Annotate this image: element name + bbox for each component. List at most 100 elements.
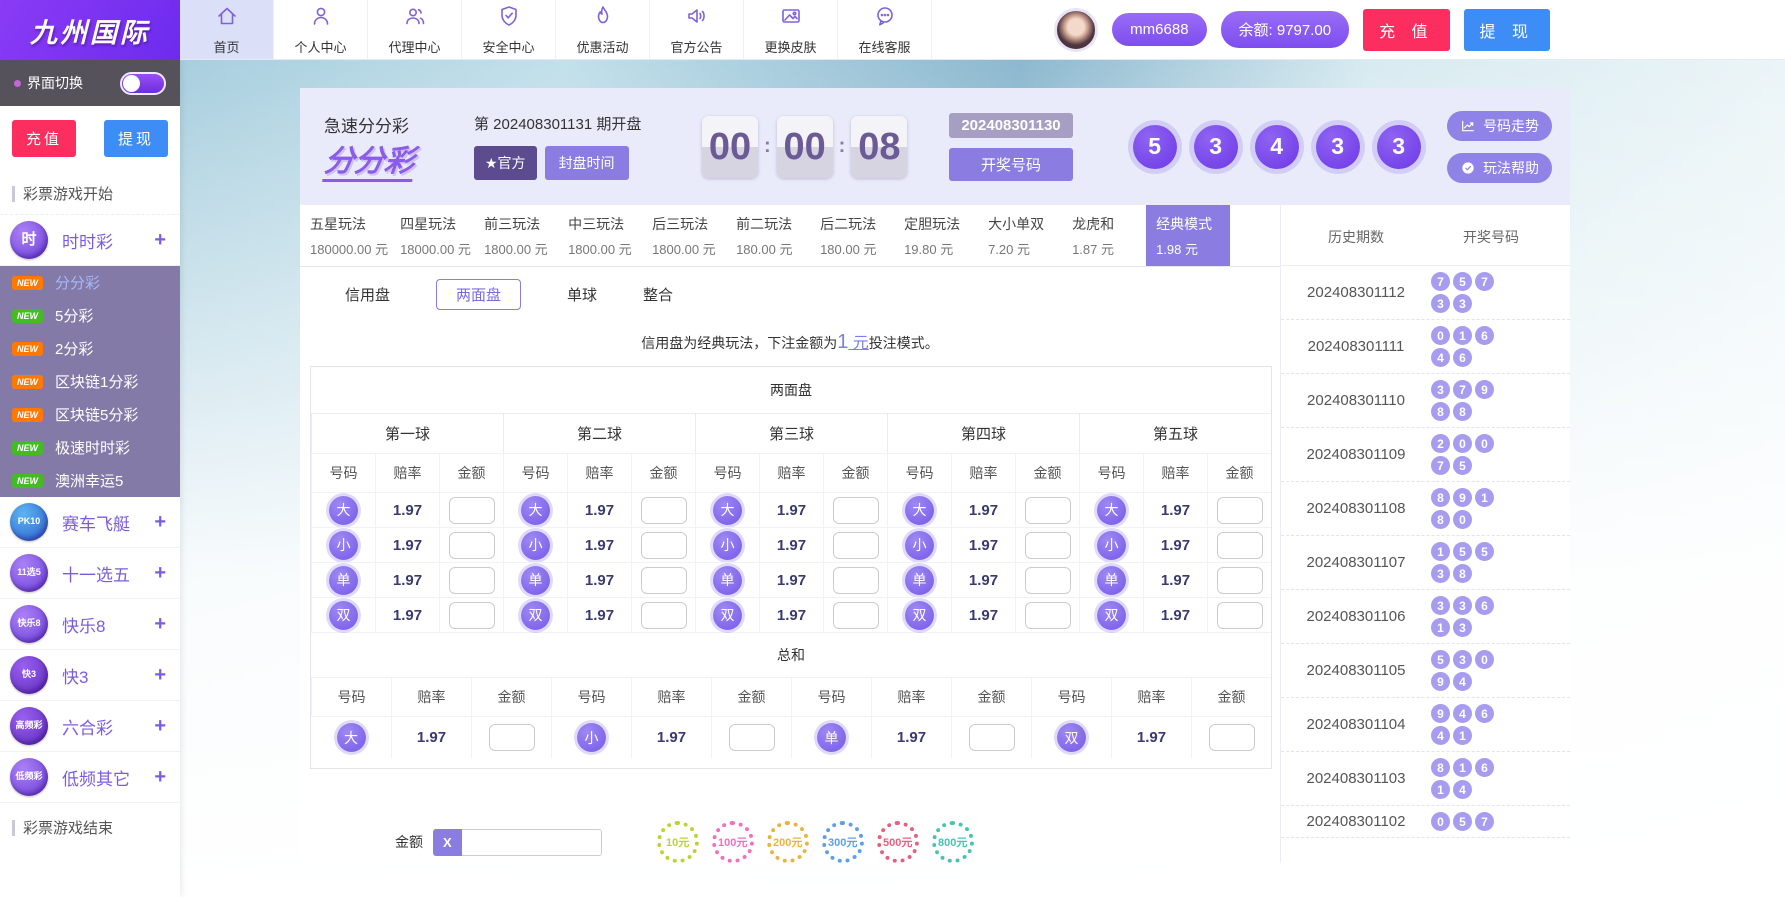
number-trend-button[interactable]: 号码走势 [1447,110,1552,141]
nav-item-personal-center[interactable]: 个人中心 [274,0,368,59]
bet-option-small[interactable]: 小 [713,530,742,560]
bet-amount-input[interactable] [728,724,775,751]
bet-option-odd[interactable]: 单 [521,565,550,595]
expand-icon[interactable]: + [154,613,166,636]
submenu-item[interactable]: NEW 5分彩 [0,299,180,332]
expand-icon[interactable]: + [154,664,166,687]
bet-amount-input[interactable] [832,566,879,594]
board-sub-tab[interactable]: 单球 [567,284,597,305]
bet-amount-input[interactable] [1024,531,1071,559]
bet-option-odd[interactable]: 单 [1097,565,1126,595]
bet-amount-input[interactable] [640,601,687,629]
interface-toggle[interactable] [120,71,166,95]
expand-icon[interactable]: + [154,766,166,789]
submenu-item[interactable]: NEW 澳洲幸运5 [0,464,180,497]
sidebar-game-group[interactable]: PK10 赛车飞艇 + [0,497,180,548]
nav-item-announcements[interactable]: 官方公告 [650,0,744,59]
bet-amount-input[interactable] [968,724,1015,751]
submenu-item[interactable]: NEW 极速时时彩 [0,431,180,464]
submenu-item[interactable]: NEW 分分彩 [0,266,180,299]
bet-option-big[interactable]: 大 [905,495,934,525]
nav-item-change-skin[interactable]: 更换皮肤 [744,0,838,59]
quick-amount-chip[interactable]: 10元 [656,821,699,863]
bet-option-even[interactable]: 双 [329,600,358,630]
play-help-button[interactable]: 玩法帮助 [1447,152,1552,183]
bet-option-even[interactable]: 双 [713,600,742,630]
board-sub-tab[interactable]: 整合 [643,284,673,305]
submenu-item[interactable]: NEW 区块链5分彩 [0,398,180,431]
board-sub-tab[interactable]: 信用盘 [345,284,390,305]
nav-item-home[interactable]: 首页 [180,0,274,59]
bet-amount-input[interactable] [832,601,879,629]
bet-amount-input[interactable] [448,496,495,524]
bet-option-even[interactable]: 双 [521,600,550,630]
bet-amount-input[interactable] [1024,566,1071,594]
recharge-button[interactable]: 充 值 [1363,8,1450,51]
nav-item-agent-center[interactable]: 代理中心 [368,0,462,59]
official-tag[interactable]: ★官方 [474,146,537,180]
bet-amount-input[interactable] [832,496,879,524]
draw-number-button[interactable]: 开奖号码 [949,147,1073,181]
bet-option-even[interactable]: 双 [905,600,934,630]
bet-option-big[interactable]: 大 [329,495,358,525]
sidebar-game-group[interactable]: 高频彩 六合彩 + [0,701,180,752]
submenu-item[interactable]: NEW 2分彩 [0,332,180,365]
bet-amount-input[interactable] [832,531,879,559]
sum-option-small[interactable]: 小 [577,723,606,752]
quick-amount-chip[interactable]: 100元 [711,821,754,863]
play-method-tab[interactable]: 定胆玩法 19.80 元 [894,205,978,266]
sidebar-game-group[interactable]: 快3 快3 + [0,650,180,701]
quick-amount-chip[interactable]: 300元 [821,821,864,863]
bet-option-big[interactable]: 大 [713,495,742,525]
bet-amount-input[interactable] [488,724,535,751]
expand-icon[interactable]: + [154,511,166,534]
nav-item-promotions[interactable]: 优惠活动 [556,0,650,59]
sidebar-recharge-button[interactable]: 充值 [12,120,77,157]
bet-option-big[interactable]: 大 [1097,495,1126,525]
expand-icon[interactable]: + [154,562,166,585]
play-method-tab[interactable]: 四星玩法 18000.00 元 [390,205,474,266]
sidebar-game-group[interactable]: 低频彩 低频其它 + [0,752,180,803]
username-pill[interactable]: mm6688 [1112,13,1207,46]
play-method-tab[interactable]: 中三玩法 1800.00 元 [558,205,642,266]
user-avatar[interactable] [1054,7,1099,52]
bet-amount-input[interactable] [1216,496,1263,524]
sidebar-game-group[interactable]: 快乐8 快乐8 + [0,599,180,650]
sidebar-game-group[interactable]: 11选5 十一选五 + [0,548,180,599]
bet-amount-input[interactable] [448,601,495,629]
bet-amount-input[interactable] [1216,601,1263,629]
bet-option-small[interactable]: 小 [1097,530,1126,560]
bet-amount-input[interactable] [640,566,687,594]
sum-option-big[interactable]: 大 [336,723,366,752]
withdraw-button[interactable]: 提 现 [1463,8,1550,51]
play-method-tab[interactable]: 后二玩法 180.00 元 [810,205,894,266]
bet-option-even[interactable]: 双 [1097,600,1126,630]
play-method-tab[interactable]: 经典模式 1.98 元 [1146,205,1231,266]
bet-amount-input[interactable] [448,566,495,594]
play-method-tab[interactable]: 大小单双 7.20 元 [978,205,1062,266]
quick-amount-chip[interactable]: 800元 [931,821,974,863]
play-method-tab[interactable]: 前三玩法 1800.00 元 [474,205,558,266]
play-method-tab[interactable]: 后三玩法 1800.00 元 [642,205,726,266]
sum-option-even[interactable]: 双 [1057,723,1086,752]
quick-amount-chip[interactable]: 500元 [876,821,919,863]
sidebar-withdraw-button[interactable]: 提现 [103,120,168,157]
bet-option-big[interactable]: 大 [521,495,550,525]
submenu-item[interactable]: NEW 区块链1分彩 [0,365,180,398]
bet-option-small[interactable]: 小 [329,530,358,560]
bet-amount-input[interactable] [1216,566,1263,594]
nav-item-customer-service[interactable]: 在线客服 [838,0,932,59]
bet-amount-input[interactable] [640,531,687,559]
sum-option-odd[interactable]: 单 [817,723,846,752]
bet-option-small[interactable]: 小 [905,530,934,560]
expand-icon[interactable]: + [154,229,166,252]
bet-option-odd[interactable]: 单 [713,565,742,595]
bet-option-small[interactable]: 小 [521,530,550,560]
bet-amount-input[interactable] [448,531,495,559]
quick-amount-chip[interactable]: 200元 [766,821,809,863]
brand-logo[interactable]: 九州国际 [0,0,180,60]
bet-amount-input[interactable] [1024,601,1071,629]
bet-amount-input[interactable] [1208,724,1255,751]
bet-amount-input[interactable] [1216,531,1263,559]
bet-option-odd[interactable]: 单 [905,565,934,595]
